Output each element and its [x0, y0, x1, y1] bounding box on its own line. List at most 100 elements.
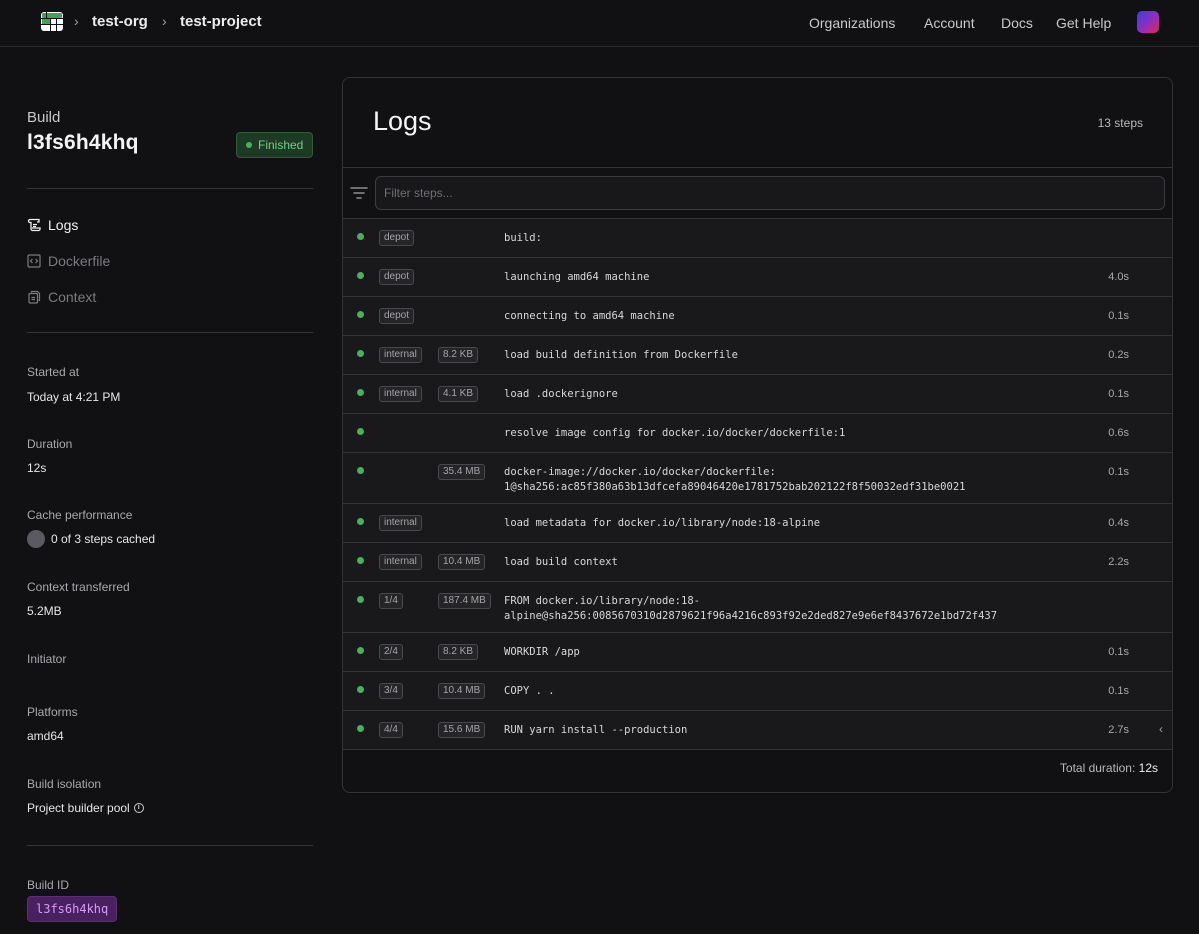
step-size-badge: 8.2 KB	[438, 347, 479, 363]
platforms-label: Platforms	[27, 705, 78, 719]
build-label: Build	[27, 109, 61, 126]
breadcrumb-project[interactable]: test-project	[180, 13, 262, 30]
step-size-badge: 4.1 KB	[438, 386, 479, 402]
filter-icon[interactable]	[350, 186, 368, 200]
sidebar-item-context[interactable]: Context	[27, 289, 96, 305]
initiator-label: Initiator	[27, 652, 67, 666]
step-tag-badge: internal	[379, 554, 422, 570]
log-step-row[interactable]: internal 10.4 MB load build context 2.2s	[343, 543, 1172, 582]
divider	[27, 332, 313, 333]
step-duration: 0.1s	[1108, 466, 1129, 478]
step-tag-badge: depot	[379, 230, 415, 246]
step-command: load build definition from Dockerfile	[504, 349, 738, 361]
step-status-dot-icon	[357, 272, 364, 279]
cache-performance: 0 of 3 steps cached	[27, 530, 155, 548]
step-tag-badge: depot	[379, 308, 415, 324]
step-status-dot-icon	[357, 647, 364, 654]
nav-organizations[interactable]: Organizations	[809, 15, 895, 31]
log-step-row[interactable]: internal load metadata for docker.io/libr…	[343, 504, 1172, 543]
started-at-value: Today at 4:21 PM	[27, 390, 121, 404]
step-command: load metadata for docker.io/library/node…	[504, 517, 821, 529]
step-tag-badge: 4/4	[379, 722, 403, 738]
step-command: RUN yarn install --production	[504, 724, 688, 736]
started-at-label: Started at	[27, 365, 80, 379]
step-duration: 0.1s	[1108, 685, 1129, 697]
step-status-dot-icon	[357, 725, 364, 732]
info-icon[interactable]: i	[133, 803, 144, 813]
log-step-row[interactable]: resolve image config for docker.io/docke…	[343, 414, 1172, 453]
user-avatar[interactable]	[1137, 11, 1159, 33]
log-step-row[interactable]: 2/4 8.2 KB WORKDIR /app 0.1s	[343, 633, 1172, 672]
context-transferred-label: Context transferred	[27, 580, 130, 594]
sidebar-item-dockerfile[interactable]: Dockerfile	[27, 253, 110, 269]
total-duration-value: 12s	[1138, 761, 1158, 775]
step-command: build:	[504, 232, 542, 244]
logs-title: Logs	[373, 106, 432, 136]
status-dot-icon	[246, 142, 252, 148]
step-size-badge: 187.4 MB	[438, 593, 491, 609]
step-status-dot-icon	[357, 350, 364, 357]
log-step-row[interactable]: 3/4 10.4 MB COPY . . 0.1s	[343, 672, 1172, 711]
step-tag-badge: 1/4	[379, 593, 403, 609]
status-badge: Finished	[236, 132, 313, 158]
duration-value: 12s	[27, 461, 47, 475]
step-duration: 0.1s	[1108, 310, 1129, 322]
step-duration: 0.2s	[1108, 349, 1129, 361]
files-icon	[28, 290, 41, 304]
step-status-dot-icon	[357, 467, 364, 474]
total-duration-label: Total duration:	[1059, 761, 1136, 775]
sidebar-item-logs[interactable]: Logs	[27, 217, 78, 233]
status-text: Finished	[258, 138, 304, 152]
step-command: WORKDIR /app	[504, 646, 580, 658]
chevron-left-icon[interactable]: ‹	[1159, 722, 1163, 736]
log-step-row[interactable]: 4/4 15.6 MB RUN yarn install --production 2…	[343, 711, 1172, 750]
step-size-badge: 35.4 MB	[438, 464, 486, 480]
step-duration: 2.7s	[1108, 724, 1129, 736]
step-status-dot-icon	[357, 518, 364, 525]
breadcrumb-chevron-icon: ›	[162, 13, 167, 29]
nav-docs[interactable]: Docs	[1001, 15, 1033, 31]
top-navigation-bar: › test-org › test-project Organizations …	[0, 0, 1199, 47]
step-count: 13 steps	[1097, 116, 1143, 130]
step-status-dot-icon	[357, 311, 364, 318]
breadcrumb-org[interactable]: test-org	[92, 13, 148, 30]
step-tag-badge: internal	[379, 515, 422, 531]
sidebar-item-label: Logs	[48, 217, 79, 233]
cache-performance-label: Cache performance	[27, 508, 133, 522]
log-step-row[interactable]: internal 4.1 KB load .dockerignore 0.1s	[343, 375, 1172, 414]
build-id-label: Build ID	[27, 878, 70, 892]
log-step-row[interactable]: depot connecting to amd64 machine 0.1s	[343, 297, 1172, 336]
step-status-dot-icon	[357, 233, 364, 240]
steps-list: depot build: depot launching amd64 machine 4…	[343, 219, 1172, 750]
depot-logo-icon[interactable]	[41, 12, 63, 31]
divider	[27, 845, 313, 846]
nav-account[interactable]: Account	[924, 15, 975, 31]
platforms-value: amd64	[27, 729, 64, 743]
log-step-row[interactable]: 35.4 MB docker-image://docker.io/docker/d…	[343, 453, 1172, 504]
step-tag-badge: 2/4	[379, 644, 403, 660]
step-tag-badge: depot	[379, 269, 415, 285]
step-duration: 2.2s	[1108, 556, 1129, 568]
log-step-row[interactable]: depot launching amd64 machine 4.0s	[343, 258, 1172, 297]
step-command: connecting to amd64 machine	[504, 310, 675, 322]
step-size-badge: 15.6 MB	[438, 722, 486, 738]
nav-get-help[interactable]: Get Help	[1056, 15, 1111, 31]
filter-steps-input[interactable]	[375, 176, 1165, 210]
log-step-row[interactable]: depot build:	[343, 219, 1172, 258]
step-command: FROM docker.io/library/node:18- alpine@s…	[504, 595, 998, 622]
step-status-dot-icon	[357, 389, 364, 396]
log-step-row[interactable]: internal 8.2 KB load build definition from…	[343, 336, 1172, 375]
step-command: COPY . .	[504, 685, 555, 697]
cache-ratio-icon	[27, 530, 45, 548]
cache-performance-value: 0 of 3 steps cached	[51, 532, 156, 546]
build-id-copy-chip[interactable]: l3fs6h4khq	[27, 896, 118, 922]
step-duration: 4.0s	[1108, 271, 1129, 283]
step-status-dot-icon	[357, 596, 364, 603]
log-step-row[interactable]: 1/4 187.4 MB FROM docker.io/library/node:1…	[343, 582, 1172, 633]
step-size-badge: 8.2 KB	[438, 644, 479, 660]
step-tag-badge: internal	[379, 386, 422, 402]
total-duration: Total duration: 12s	[1060, 761, 1158, 775]
divider	[343, 167, 1172, 168]
step-command: resolve image config for docker.io/docke…	[504, 427, 846, 439]
logs-panel: Logs 13 steps depot build: depot launching …	[342, 77, 1173, 793]
